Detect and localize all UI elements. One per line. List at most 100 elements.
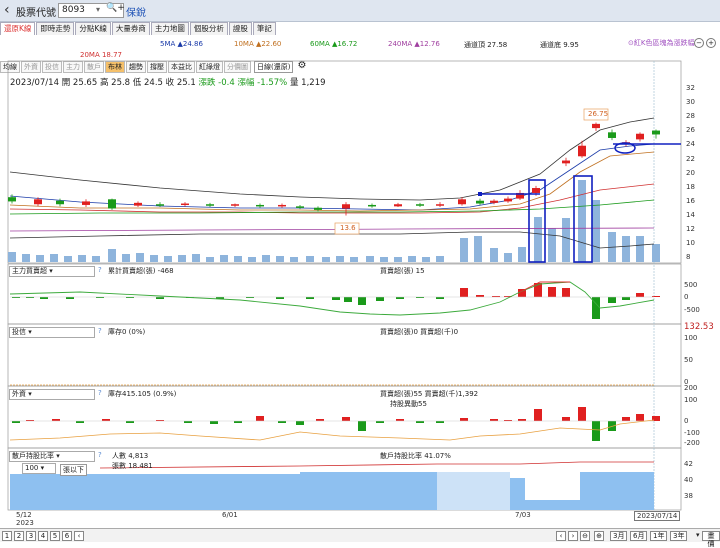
volume-bar [50,254,58,262]
candle-body [206,204,214,206]
retail-count-label: 人數 4,813 [112,452,149,460]
volume-bar [22,254,30,262]
candle-body [296,206,304,208]
foreign-bar [256,416,264,421]
mf-axis-0: 0 [684,293,689,301]
foreign-bar [636,414,644,421]
page-1[interactable]: 1 [2,531,12,541]
zoom-out-icon[interactable]: ⊖ [580,531,590,541]
main-force-select[interactable]: 主力買賣超 ▾ [9,266,95,277]
foreign-bar [12,421,20,423]
trust-select-label: 投信 [12,328,26,336]
volume-bar [8,252,16,262]
trust-select[interactable]: 投信 ▾ [9,327,95,338]
retail-select[interactable]: 散戶持股比率 ▾ [9,451,95,462]
trust-axis-100: 100 [684,334,698,342]
volume-bar [652,244,660,262]
main-force-bar [608,297,616,303]
candlesticks [8,122,660,216]
retail-filter-select[interactable]: 100 ▾ [22,463,56,474]
candle-body [134,202,142,206]
date-label-end: 2023/07/14 [634,511,681,521]
foreign-hold-label: 庫存415.105 (0.9%) [108,390,177,398]
foreign-bar [102,419,110,421]
bottom-bar: 1 2 3 4 5 6 ‹ ‹ › ⊖ ⊕ 3月 6月 1年 3年 ▾ 畫價 [0,528,720,548]
candle-body [458,199,466,205]
page-3[interactable]: 3 [26,531,36,541]
candle-body [394,204,402,207]
range-1y[interactable]: 1年 [650,531,668,541]
range-3y[interactable]: 3年 [670,531,688,541]
help-icon[interactable]: ? [98,327,102,335]
volume-bar [336,256,344,262]
foreign-bar [416,421,424,423]
mf-axis-500: 500 [684,281,698,289]
volume-bar [234,256,242,262]
foreign-bar [460,418,468,421]
volume-bar [192,254,200,262]
retail-filter-label[interactable]: 張以下 [60,464,87,476]
main-force-bar [332,297,340,300]
volume-bar [534,217,542,262]
retail-lots-label: 張數 18.481 [112,462,153,470]
foreign-bar [184,421,192,423]
help-icon[interactable]: ? [98,389,102,397]
foreign-bar [52,419,60,421]
retail-filter-value: 100 [25,464,39,472]
fo-axis-neg200: -200 [684,439,700,447]
page-5[interactable]: 5 [50,531,60,541]
volume-bar [636,236,644,262]
volume-bar [504,253,512,262]
foreign-bar [234,421,242,423]
mf-axis-neg500: -500 [684,306,700,314]
volume-bar [366,256,374,262]
candle-body [476,200,484,204]
moving-average-lines [9,117,655,249]
main-force-bar [344,297,352,302]
main-force-bar [562,288,570,297]
candle-body [578,145,586,157]
foreign-select-label: 外資 [12,390,26,398]
volume-bar [276,256,284,262]
foreign-bar [342,417,350,421]
main-force-bar [622,297,630,300]
candle-body [490,200,498,203]
volume-bar [622,236,630,262]
main-force-select-label: 主力買賣超 [12,267,47,275]
foreign-bar [578,407,586,421]
trust-hold-label: 庫存0 (0%) [108,328,146,336]
volume-bar [290,257,298,262]
zoom-in-icon[interactable]: ⊕ [594,531,604,541]
main-force-bars [12,283,660,319]
chevron-right-icon[interactable]: › [568,531,578,541]
page-6[interactable]: 6 [62,531,72,541]
range-6m[interactable]: 6月 [630,531,648,541]
range-3m[interactable]: 3月 [610,531,628,541]
main-force-cum-label: 累計買賣超(張) -468 [108,267,174,275]
candle-body [34,199,42,205]
chevron-left-icon[interactable]: ‹ [556,531,566,541]
chevron-down-icon[interactable]: ▾ [694,531,702,541]
volume-bar [150,255,158,262]
main-force-bar [460,288,468,297]
trust-axis-50: 50 [684,356,693,364]
main-force-bar [358,297,366,305]
help-icon[interactable]: ? [98,266,102,274]
foreign-bar [396,419,404,421]
date-label-jun: 6/01 [222,511,238,519]
page-2[interactable]: 2 [14,531,24,541]
foreign-hold-line [9,419,655,441]
chevron-left-icon[interactable]: ‹ [74,531,84,541]
main-force-bar [436,297,444,299]
volume-bar [350,257,358,262]
help-icon[interactable]: ? [98,451,102,459]
price-axis-tick: 22 [686,154,695,163]
volume-bar [436,256,444,262]
volume-bar [108,249,116,262]
page-4[interactable]: 4 [38,531,48,541]
foreign-select[interactable]: 外資 ▾ [9,389,95,400]
draw-button[interactable]: 畫價 [702,531,720,548]
fo-axis-200: 200 [684,384,698,392]
main-force-net-label: 買賣超(張) 15 [380,267,425,275]
volume-bars [8,180,660,262]
